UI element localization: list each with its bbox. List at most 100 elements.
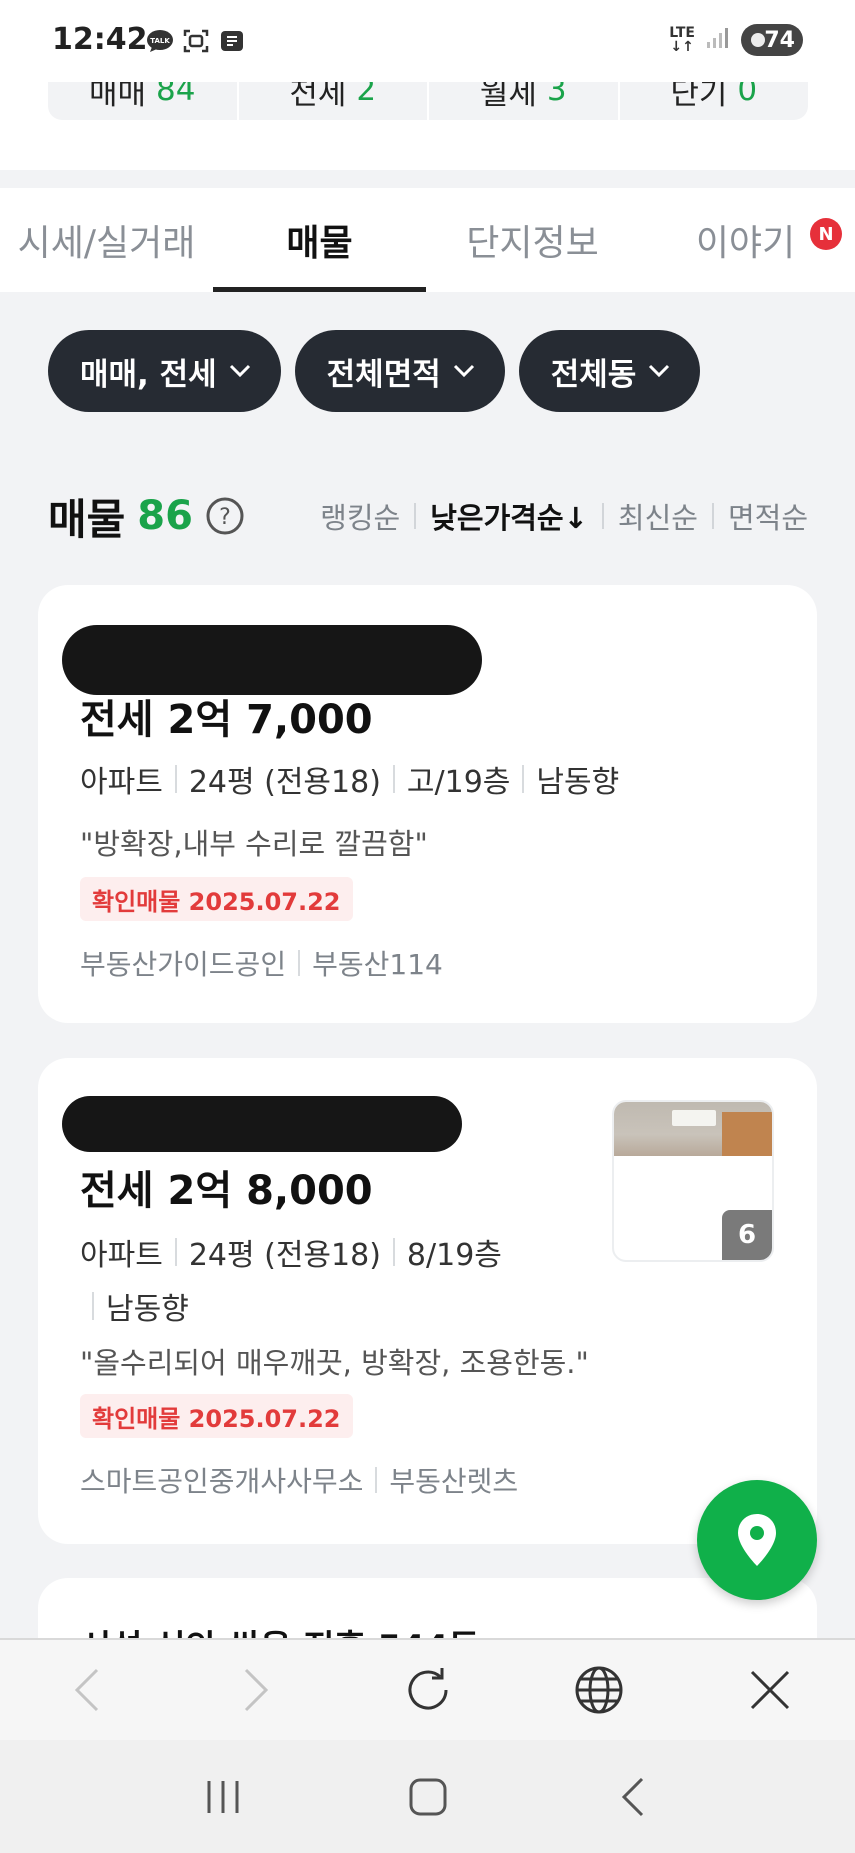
divider	[711, 503, 714, 529]
chevron-left-icon	[74, 1668, 98, 1712]
listing-specs: 아파트 24평 (전용18) 고/19층 남동향	[80, 757, 780, 801]
spec-type: 아파트	[80, 1238, 163, 1273]
filter-label: 전체동	[550, 356, 637, 393]
home-button[interactable]	[388, 1757, 468, 1837]
listing-description: "방확장,내부 수리로 깔끔함"	[80, 827, 428, 861]
spec-area: 24평 (전용18)	[188, 1238, 381, 1273]
filter-area[interactable]: 전체면적	[294, 330, 505, 412]
svg-text:TALK: TALK	[150, 37, 170, 45]
listing-description: "올수리되어 매우깨끗, 방확장, 조용한동."	[80, 1346, 589, 1380]
recent-apps-icon	[207, 1780, 238, 1813]
globe-icon	[575, 1666, 622, 1714]
agency-name: 스마트공인중개사사무소	[80, 1465, 364, 1498]
wood-wall	[722, 1112, 772, 1156]
scan-icon	[182, 28, 210, 54]
recent-apps-button[interactable]	[183, 1757, 263, 1837]
divider	[298, 950, 301, 976]
verified-badge: 확인매물 2025.07.22	[80, 877, 353, 921]
help-icon[interactable]: ?	[205, 496, 245, 536]
divider	[392, 1238, 395, 1266]
forward-button[interactable]	[217, 1650, 297, 1730]
listing-source: 부동산114	[312, 948, 443, 981]
listing-price: 전세 2억 8,000	[80, 1168, 373, 1214]
agency-name: 부동산가이드공인	[80, 948, 287, 981]
new-badge: N	[810, 218, 842, 250]
divider	[92, 1292, 94, 1320]
status-bar: 12:42 TALK LTE ↓↑ 74	[0, 0, 855, 82]
divider	[375, 1467, 378, 1493]
filter-bar: 매매, 전세 전체면적 전체동	[48, 330, 701, 412]
status-time: 12:42	[52, 22, 148, 57]
battery-level: 74	[764, 27, 795, 53]
filter-building[interactable]: 전체동	[518, 330, 701, 412]
status-right: LTE ↓↑ 74	[669, 24, 803, 56]
talk-bubble-icon: TALK	[146, 28, 174, 54]
tab-bar: 시세/실거래 매물 단지정보 이야기 N	[0, 188, 855, 292]
photo-count-badge: 6	[722, 1210, 772, 1260]
reload-button[interactable]	[388, 1650, 468, 1730]
filter-label: 매매, 전세	[80, 356, 217, 393]
tab-complex-info[interactable]: 단지정보	[426, 188, 639, 292]
language-button[interactable]	[559, 1650, 639, 1730]
tab-listings[interactable]: 매물	[213, 188, 426, 292]
reload-icon	[408, 1668, 447, 1710]
divider	[174, 1238, 177, 1266]
spec-floor: 고/19층	[406, 765, 511, 800]
notification-icons: TALK	[146, 28, 246, 54]
sort-area[interactable]: 면적순	[728, 495, 808, 537]
lte-indicator: LTE ↓↑	[669, 25, 695, 55]
chevron-down-icon	[229, 364, 250, 378]
tab-stories[interactable]: 이야기 N	[639, 188, 852, 292]
sort-latest[interactable]: 최신순	[618, 495, 698, 537]
listing-thumbnail[interactable]: 6	[612, 1100, 774, 1262]
divider	[392, 765, 395, 793]
map-button[interactable]	[697, 1480, 817, 1600]
listing-title: 매물	[48, 494, 126, 544]
divider	[174, 765, 177, 793]
spec-direction: 남동향	[536, 765, 620, 800]
listing-source: 부동산렛츠	[389, 1465, 519, 1498]
sort-low-price[interactable]: 낮은가격순↓	[430, 495, 588, 537]
sort-options: 랭킹순 낮은가격순↓ 최신순 면적순	[320, 495, 808, 537]
filter-label: 전체면적	[326, 356, 441, 393]
listing-card[interactable]: 전세 2억 7,000 아파트 24평 (전용18) 고/19층 남동향 "방확…	[38, 585, 817, 1023]
redacted-title	[62, 625, 482, 695]
map-pin-icon	[738, 1514, 776, 1566]
listing-specs: 아파트 24평 (전용18) 8/19층 남동향	[80, 1230, 520, 1328]
tab-price-history[interactable]: 시세/실거래	[0, 188, 213, 292]
close-icon	[750, 1670, 789, 1710]
listing-agent: 부동산가이드공인 부동산114	[80, 943, 443, 983]
system-back-button[interactable]	[593, 1757, 673, 1837]
divider	[522, 765, 525, 793]
room-photo	[614, 1102, 772, 1156]
divider	[601, 503, 604, 529]
lte-label: LTE	[669, 25, 695, 41]
signal-icon	[705, 26, 731, 54]
spec-type: 아파트	[80, 765, 163, 800]
back-button[interactable]	[46, 1650, 126, 1730]
browser-toolbar	[0, 1638, 855, 1740]
tab-stories-label: 이야기	[695, 223, 796, 264]
home-icon	[409, 1778, 446, 1815]
close-button[interactable]	[730, 1650, 810, 1730]
chevron-down-icon	[649, 364, 670, 378]
listing-header: 매물 86 ? 랭킹순 낮은가격순↓ 최신순 면적순	[48, 488, 808, 544]
back-arrow-icon	[621, 1777, 643, 1816]
listing-price: 전세 2억 7,000	[80, 697, 373, 743]
battery-indicator: 74	[741, 24, 803, 56]
filter-deal-type[interactable]: 매매, 전세	[48, 330, 281, 412]
chevron-right-icon	[244, 1668, 268, 1712]
listing-card[interactable]: 전세 2억 8,000 아파트 24평 (전용18) 8/19층 남동향 "올수…	[38, 1058, 817, 1544]
sort-ranking[interactable]: 랭킹순	[320, 495, 400, 537]
note-icon	[218, 28, 246, 54]
chevron-down-icon	[453, 364, 474, 378]
listing-agent: 스마트공인중개사사무소 부동산렛츠	[80, 1460, 518, 1500]
listing-count: 86	[137, 493, 193, 539]
spec-floor: 8/19층	[406, 1238, 502, 1273]
ceiling-light	[672, 1110, 716, 1126]
redacted-title	[62, 1096, 462, 1152]
verified-badge: 확인매물 2025.07.22	[80, 1394, 353, 1438]
spec-area: 24평 (전용18)	[188, 765, 381, 800]
svg-text:?: ?	[219, 505, 231, 530]
spec-direction: 남동향	[106, 1292, 189, 1327]
